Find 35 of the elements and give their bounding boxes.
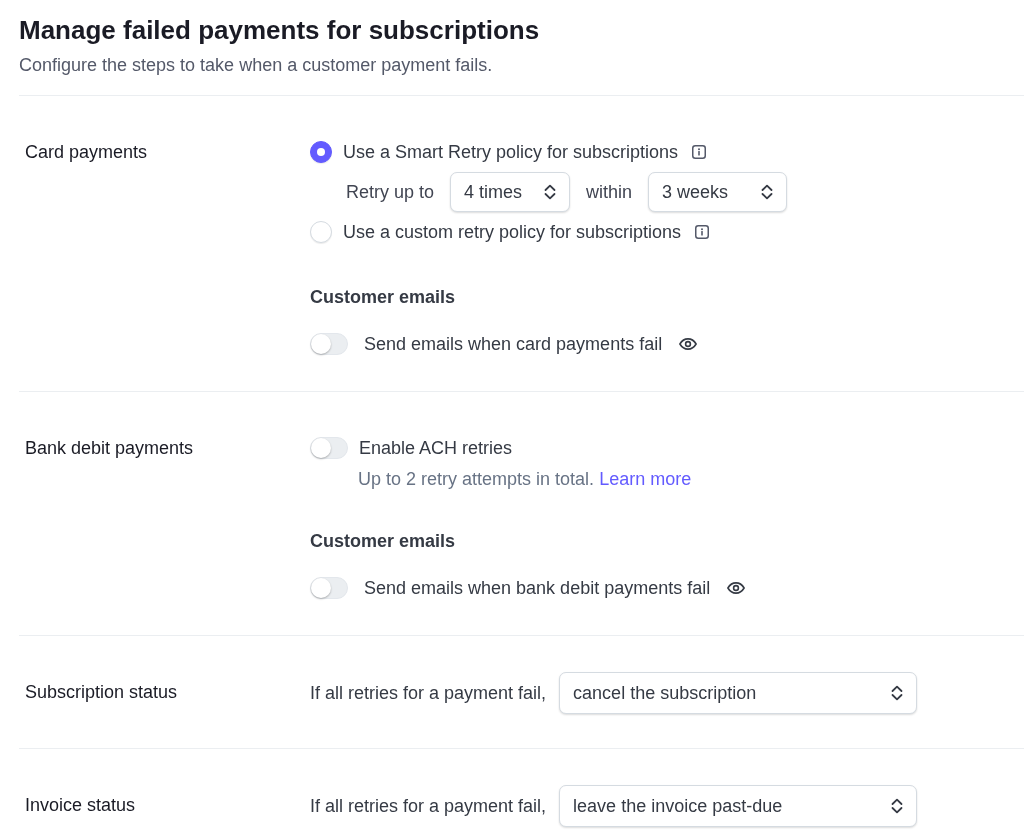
toggle-label: Send emails when bank debit payments fail [364,577,711,599]
info-icon [692,145,707,159]
chevron-updown-icon [891,685,904,701]
chevron-updown-icon [891,798,904,814]
toggle-label: Enable ACH retries [359,437,513,459]
section-label: Bank debit payments [24,437,195,460]
option-label: Use a custom retry policy for subscriptions [343,221,682,243]
toggle-switch[interactable] [310,333,348,355]
page-title: Manage failed payments for subscriptions [19,14,541,46]
inline-label: Retry up to [346,181,435,203]
toggle-label: Send emails when card payments fail [364,333,663,355]
select-dropdown[interactable]: 3 weeks [648,172,788,212]
subsection-heading: Customer emails [310,286,456,309]
option-label: Use a Smart Retry policy for subscriptions [343,141,679,163]
learn-more-link[interactable]: Learn more [599,469,692,489]
section-label: Invoice status [24,794,137,817]
chevron-updown-icon [761,184,774,200]
eye-icon [679,338,698,350]
select-dropdown[interactable]: leave the invoice past-due [559,785,918,827]
toggle-switch[interactable] [310,437,348,459]
select-prompt: If all retries for a payment fail, [310,795,547,817]
select-prompt: If all retries for a payment fail, [310,682,547,704]
section-label: Subscription status [24,681,179,704]
select-dropdown[interactable]: cancel the subscription [559,672,918,714]
subsection-heading: Customer emails [310,530,456,553]
section-label: Card payments [24,141,149,164]
info-icon [695,225,710,239]
helper-text: Up to 2 retry attempts in total. Learn more [357,468,692,490]
toggle-switch[interactable] [310,577,348,599]
page-subtitle: Configure the steps to take when a customer payment fails. [19,54,494,76]
inline-label: within [586,181,633,203]
eye-icon [727,582,746,594]
radio-button[interactable] [310,141,332,163]
chevron-updown-icon [544,184,557,200]
select-dropdown[interactable]: 4 times [450,172,571,212]
